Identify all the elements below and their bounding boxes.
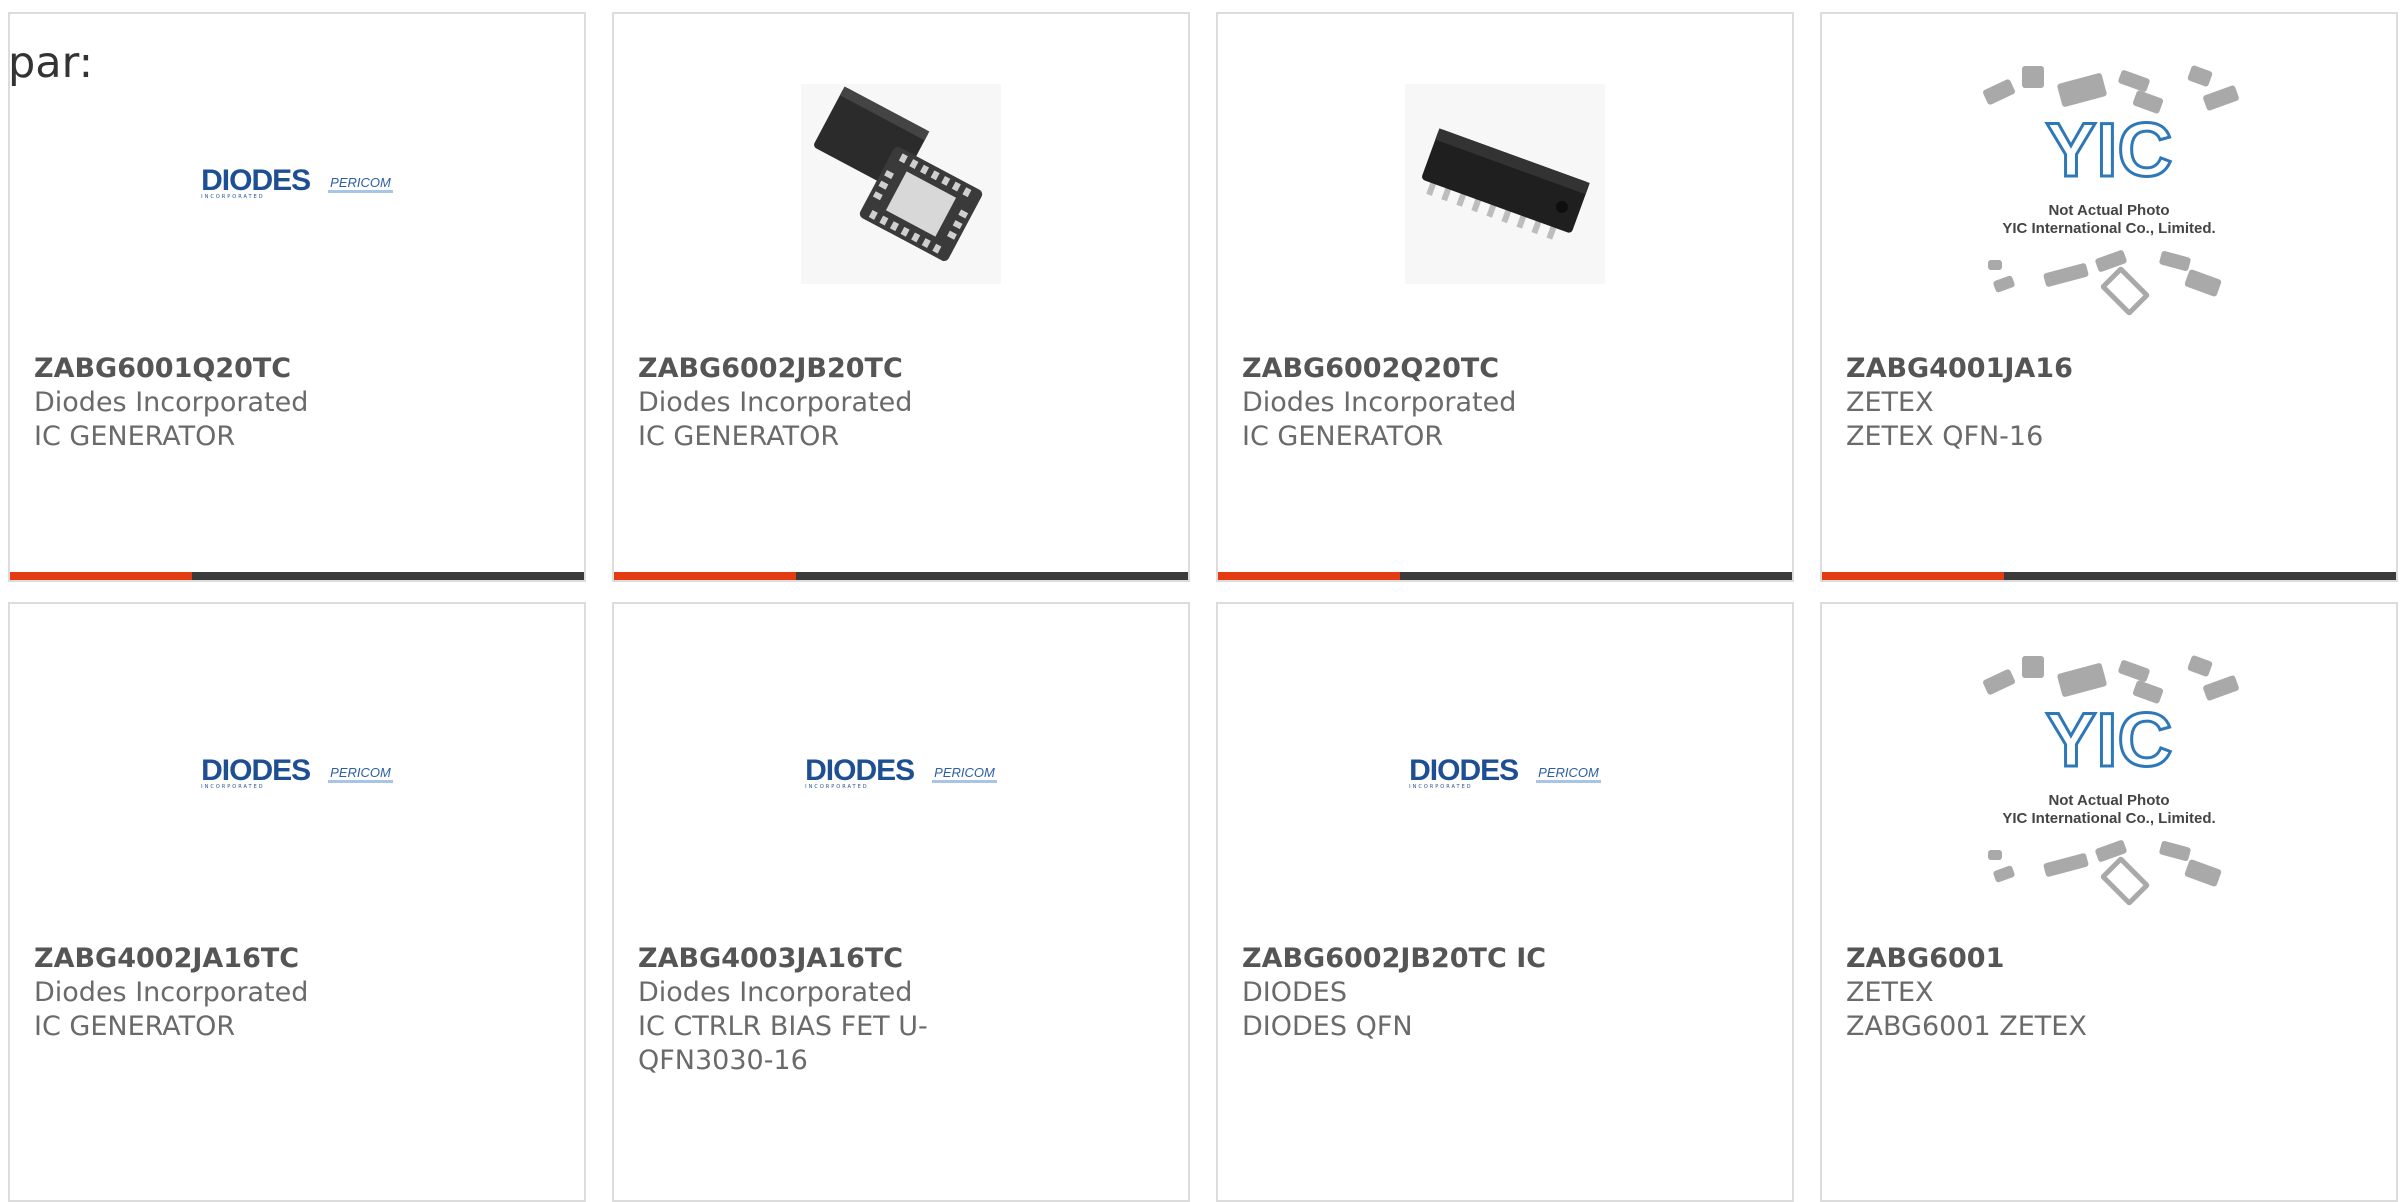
diodes-logo-word: DIODES (201, 164, 311, 197)
product-image[interactable]: DIODES INCORPORATED PERICOM (1218, 664, 1792, 884)
card-accent-bar (10, 572, 192, 580)
product-part-number[interactable]: ZABG6002JB20TC IC (1242, 942, 1772, 976)
product-info: ZABG4001JA16 ZETEX ZETEX QFN-16 (1846, 352, 2376, 454)
pericom-logo-word: PERICOM (1536, 765, 1601, 783)
product-info: ZABG6002JB20TC IC DIODES DIODES QFN (1242, 942, 1772, 1044)
product-image[interactable] (1218, 74, 1792, 294)
product-manufacturer: DIODES (1242, 977, 1347, 1008)
product-description: DIODES QFN (1242, 1011, 1413, 1042)
yic-logo-word: YIC (2044, 108, 2174, 193)
qfn-chip-photo-icon (801, 84, 1001, 284)
product-info: ZABG6002Q20TC Diodes Incorporated IC GEN… (1242, 352, 1772, 454)
card-bottom-bar (614, 572, 1188, 580)
product-part-number[interactable]: ZABG6002Q20TC (1242, 352, 1772, 386)
product-part-number[interactable]: ZABG4002JA16TC (34, 942, 564, 976)
diodes-logo-word: DIODES (201, 754, 311, 787)
product-description: IC GENERATOR (638, 421, 840, 452)
product-card[interactable]: DIODES INCORPORATED PERICOM ZABG4003JA16… (612, 602, 1190, 1202)
product-image[interactable] (614, 74, 1188, 294)
product-description: IC CTRLR BIAS FET U-QFN3030-16 (638, 1011, 928, 1076)
yic-caption-line1: Not Actual Photo (2048, 792, 2170, 809)
card-accent-bar (1218, 572, 1400, 580)
card-bottom-bar (1218, 572, 1792, 580)
product-manufacturer: ZETEX (1846, 977, 1934, 1008)
product-info: ZABG6001 ZETEX ZABG6001 ZETEX (1846, 942, 2376, 1044)
product-description: IC GENERATOR (34, 421, 236, 452)
product-image[interactable]: YIC Not Actual Photo YIC International C… (1822, 654, 2396, 907)
diodes-logo-icon: DIODES INCORPORATED PERICOM (201, 754, 393, 790)
pericom-logo-word: PERICOM (932, 765, 997, 783)
product-info: ZABG6001Q20TC Diodes Incorporated IC GEN… (34, 352, 564, 454)
product-card[interactable]: DIODES INCORPORATED PERICOM ZABG4002JA16… (8, 602, 586, 1202)
product-image[interactable]: DIODES INCORPORATED PERICOM (10, 74, 584, 294)
yic-caption-line1: Not Actual Photo (2048, 202, 2170, 219)
product-card[interactable]: YIC Not Actual Photo YIC International C… (1820, 12, 2398, 582)
product-card[interactable]: ZABG6002JB20TC Diodes Incorporated IC GE… (612, 12, 1190, 582)
yic-placeholder-icon: YIC Not Actual Photo YIC International C… (1974, 654, 2244, 907)
product-part-number[interactable]: ZABG4001JA16 (1846, 352, 2376, 386)
product-description: IC GENERATOR (34, 1011, 236, 1042)
page-prefix-text: par: (8, 38, 94, 88)
yic-caption-line2: YIC International Co., Limited. (2002, 810, 2216, 827)
product-image[interactable]: YIC Not Actual Photo YIC International C… (1822, 64, 2396, 317)
product-description: IC GENERATOR (1242, 421, 1444, 452)
product-card[interactable]: ZABG6002Q20TC Diodes Incorporated IC GEN… (1216, 12, 1794, 582)
product-image[interactable]: DIODES INCORPORATED PERICOM (614, 664, 1188, 884)
product-manufacturer: Diodes Incorporated (1242, 387, 1517, 418)
diodes-logo-icon: DIODES INCORPORATED PERICOM (201, 164, 393, 200)
product-part-number[interactable]: ZABG4003JA16TC (638, 942, 1168, 976)
card-bottom-bar (10, 572, 584, 580)
card-accent-bar (1822, 572, 2004, 580)
product-manufacturer: Diodes Incorporated (34, 387, 309, 418)
product-part-number[interactable]: ZABG6002JB20TC (638, 352, 1168, 386)
card-accent-bar (614, 572, 796, 580)
yic-caption-line2: YIC International Co., Limited. (2002, 220, 2216, 237)
soic-chip-photo-icon (1405, 84, 1605, 284)
product-manufacturer: ZETEX (1846, 387, 1934, 418)
diodes-logo-icon: DIODES INCORPORATED PERICOM (805, 754, 997, 790)
product-description: ZABG6001 ZETEX (1846, 1011, 2087, 1042)
diodes-logo-icon: DIODES INCORPORATED PERICOM (1409, 754, 1601, 790)
card-bottom-bar (1822, 572, 2396, 580)
product-manufacturer: Diodes Incorporated (638, 387, 913, 418)
pericom-logo-word: PERICOM (328, 765, 393, 783)
pericom-logo-word: PERICOM (328, 175, 393, 193)
yic-placeholder-icon: YIC Not Actual Photo YIC International C… (1974, 64, 2244, 317)
product-card[interactable]: YIC Not Actual Photo YIC International C… (1820, 602, 2398, 1202)
product-info: ZABG6002JB20TC Diodes Incorporated IC GE… (638, 352, 1168, 454)
diodes-logo-word: DIODES (805, 754, 915, 787)
product-manufacturer: Diodes Incorporated (638, 977, 913, 1008)
diodes-logo-word: DIODES (1409, 754, 1519, 787)
product-manufacturer: Diodes Incorporated (34, 977, 309, 1008)
product-card[interactable]: DIODES INCORPORATED PERICOM ZABG6001Q20T… (8, 12, 586, 582)
product-info: ZABG4002JA16TC Diodes Incorporated IC GE… (34, 942, 564, 1044)
product-description: ZETEX QFN-16 (1846, 421, 2044, 452)
product-info: ZABG4003JA16TC Diodes Incorporated IC CT… (638, 942, 1168, 1078)
product-part-number[interactable]: ZABG6001 (1846, 942, 2376, 976)
product-part-number[interactable]: ZABG6001Q20TC (34, 352, 564, 386)
product-image[interactable]: DIODES INCORPORATED PERICOM (10, 664, 584, 884)
product-card[interactable]: DIODES INCORPORATED PERICOM ZABG6002JB20… (1216, 602, 1794, 1202)
yic-logo-word: YIC (2044, 698, 2174, 783)
